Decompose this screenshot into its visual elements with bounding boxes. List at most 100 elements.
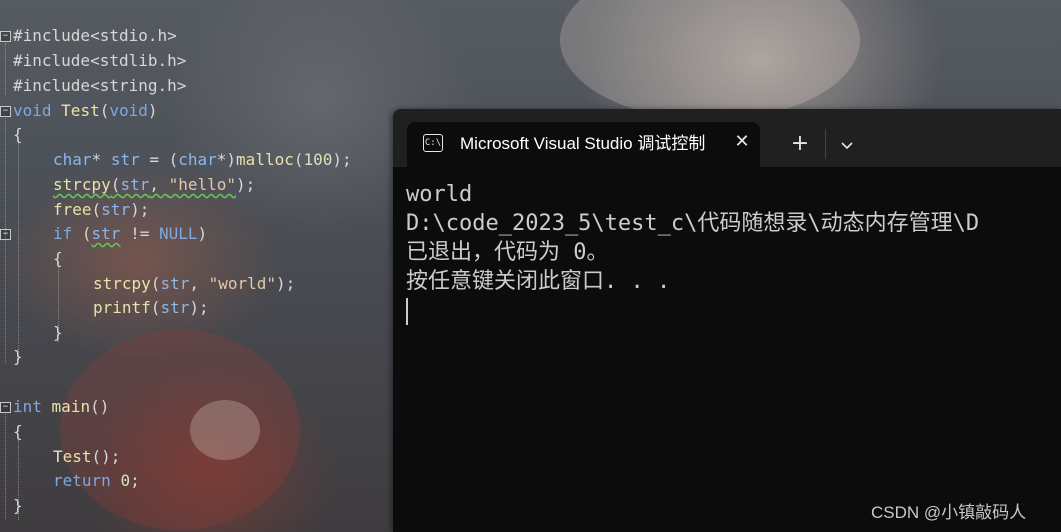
keyword: int — [13, 397, 42, 416]
function-name: strcpy — [93, 274, 151, 293]
punctuation: ); — [276, 274, 296, 293]
variable: str — [110, 150, 140, 169]
preprocessor-directive: #include<stdio.h> — [13, 26, 177, 45]
code-line[interactable]: void Test(void) — [13, 99, 158, 123]
wallpaper-decoration — [190, 400, 260, 460]
code-line[interactable]: { — [53, 247, 63, 271]
function-name: Test — [53, 447, 92, 466]
terminal-icon: C:\ — [423, 134, 443, 152]
code-line[interactable]: strcpy(str, "hello"); — [53, 173, 255, 197]
tab-title: Microsoft Visual Studio 调试控制台 — [460, 134, 707, 153]
terminal-titlebar[interactable]: C:\ Microsoft Visual Studio 调试控制台 ✕ + — [393, 109, 1061, 167]
brace: } — [13, 347, 23, 366]
code-line[interactable]: if (str != NULL) — [53, 222, 207, 246]
macro-constant: NULL — [158, 224, 198, 243]
function-name: printf — [93, 298, 151, 317]
operator: * — [91, 150, 102, 169]
close-icon[interactable]: ✕ — [734, 131, 749, 152]
console-line: 已退出，代码为 0。 — [406, 240, 609, 265]
console-line: D:\code_2023_5\test_c\代码随想录\动态内存管理\D — [406, 211, 980, 236]
code-line[interactable]: { — [13, 420, 23, 444]
brace: } — [53, 323, 63, 342]
code-line[interactable]: char* str = (char*)malloc(100); — [53, 148, 352, 172]
punctuation: (); — [91, 447, 121, 466]
operator: != — [120, 224, 159, 243]
punctuation: ( — [150, 298, 161, 317]
indent-guide — [5, 43, 6, 95]
code-line[interactable]: Test(); — [53, 445, 120, 469]
preprocessor-directive: #include<string.h> — [13, 76, 187, 95]
text-cursor — [406, 298, 408, 325]
code-line[interactable]: printf(str); — [93, 296, 209, 320]
variable: str — [160, 298, 190, 317]
string-literal: "hello" — [168, 175, 237, 194]
code-line[interactable]: #include<string.h> — [13, 74, 186, 98]
punctuation: ); — [236, 175, 256, 194]
fold-toggle-icon[interactable]: − — [0, 106, 11, 117]
function-name: strcpy — [53, 175, 111, 194]
new-tab-button[interactable]: + — [786, 131, 814, 159]
string-literal: "world" — [208, 274, 277, 293]
fold-toggle-icon[interactable]: − — [0, 402, 11, 413]
code-line[interactable]: { — [13, 123, 23, 147]
wallpaper-decoration — [560, 0, 860, 120]
variable: str — [160, 274, 190, 293]
code-line[interactable]: } — [53, 321, 63, 345]
code-line[interactable]: } — [13, 494, 23, 518]
function-name: Test — [61, 101, 100, 120]
number-literal: 0 — [120, 471, 131, 490]
code-line[interactable]: free(str); — [53, 198, 149, 222]
indent-guide — [5, 414, 6, 519]
variable: str — [101, 200, 131, 219]
keyword: if — [53, 224, 73, 243]
function-name: main — [51, 397, 91, 416]
punctuation: ( — [72, 224, 92, 243]
punctuation: ( — [99, 101, 110, 120]
punctuation: ); — [332, 150, 352, 169]
console-output[interactable]: world D:\code_2023_5\test_c\代码随想录\动态内存管理… — [406, 180, 1061, 480]
brace: } — [13, 496, 23, 515]
number-literal: 100 — [303, 150, 333, 169]
keyword: return — [53, 471, 111, 490]
console-line: 按任意键关闭此窗口. . . — [406, 269, 671, 294]
brace: { — [53, 249, 63, 268]
operator: = ( — [139, 150, 179, 169]
type-keyword: char — [178, 150, 217, 169]
variable: str — [91, 224, 121, 243]
plus-icon[interactable]: + — [791, 131, 809, 156]
brace: { — [13, 422, 23, 441]
chevron-down-icon[interactable] — [835, 133, 859, 157]
terminal-tab[interactable]: C:\ Microsoft Visual Studio 调试控制台 ✕ — [407, 122, 760, 167]
code-line[interactable]: int main() — [13, 395, 109, 419]
fold-toggle-icon[interactable]: − — [0, 31, 11, 42]
code-line[interactable]: #include<stdio.h> — [13, 24, 177, 48]
punctuation: ) — [147, 101, 158, 120]
punctuation: ( — [91, 200, 102, 219]
punctuation: () — [90, 397, 110, 416]
punctuation: ; — [130, 471, 140, 490]
punctuation: ); — [189, 298, 209, 317]
punctuation: , — [149, 175, 169, 194]
indent-guide — [18, 138, 19, 360]
indent-guide — [5, 118, 6, 363]
code-line[interactable]: strcpy(str, "world"); — [93, 272, 295, 296]
code-line[interactable]: } — [13, 345, 23, 369]
watermark: CSDN @小镇敲码人 — [871, 503, 1027, 522]
tab-dropdown-button[interactable] — [835, 133, 859, 157]
close-tab-button[interactable]: ✕ — [731, 131, 753, 153]
debug-console-window[interactable]: C:\ Microsoft Visual Studio 调试控制台 ✕ + wo… — [393, 109, 1061, 532]
console-line: world — [406, 182, 473, 207]
punctuation: ( — [110, 175, 121, 194]
function-name: malloc — [236, 150, 294, 169]
variable: str — [120, 175, 150, 194]
code-line[interactable]: return 0; — [53, 469, 140, 493]
function-name: free — [53, 200, 92, 219]
operator: *) — [216, 150, 237, 169]
wallpaper-decoration — [60, 330, 300, 530]
keyword: void — [109, 101, 148, 120]
divider — [825, 129, 826, 159]
type-keyword: char — [53, 150, 92, 169]
punctuation: ); — [130, 200, 150, 219]
code-line[interactable]: #include<stdlib.h> — [13, 49, 186, 73]
punctuation: ) — [197, 224, 208, 243]
